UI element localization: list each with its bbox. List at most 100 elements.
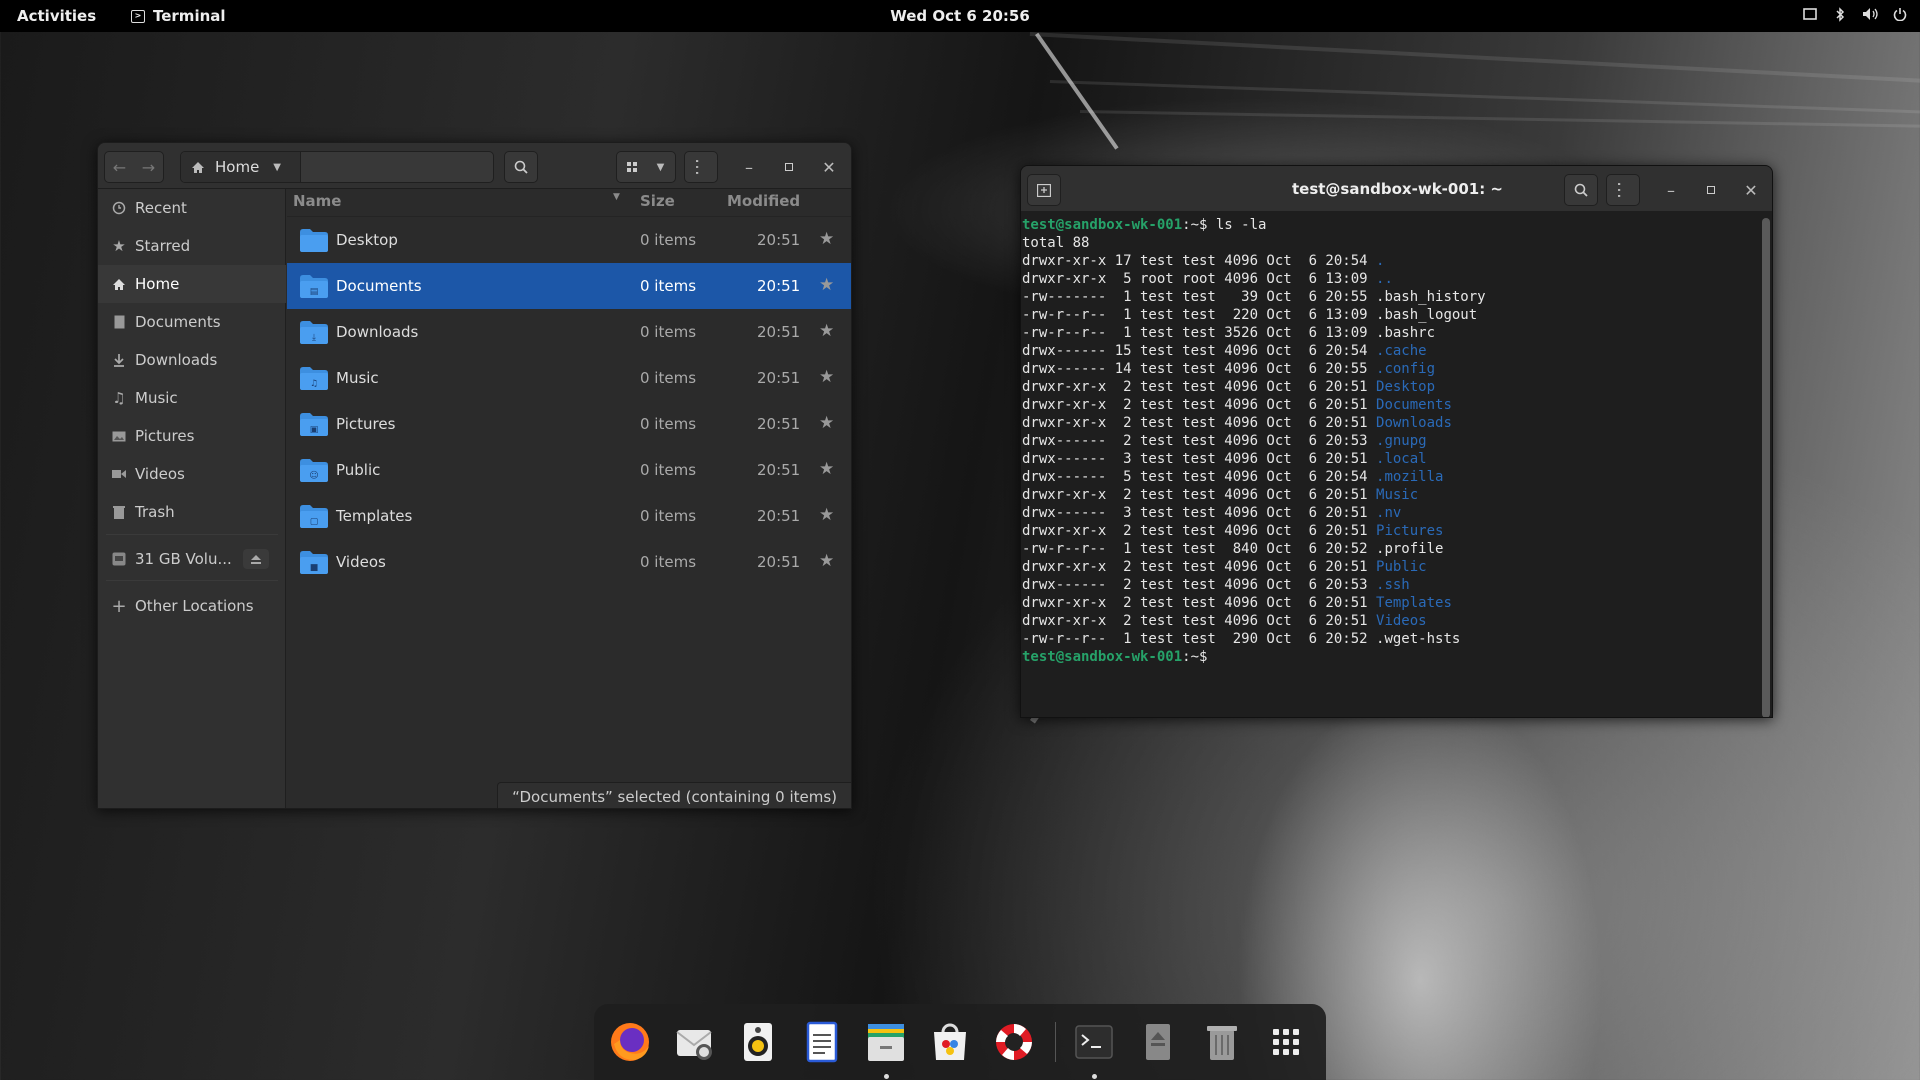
minimize-icon: – — [1667, 180, 1675, 200]
path-bar[interactable]: Home ▼ — [180, 151, 494, 183]
close-icon: ✕ — [1744, 180, 1758, 200]
sidebar-item-videos[interactable]: Videos — [98, 455, 286, 493]
terminal-close-button[interactable]: ✕ — [1736, 174, 1766, 206]
file-name: Downloads — [336, 323, 419, 341]
file-row[interactable]: ⤓ Downloads 0 items 20:51 ★ — [287, 309, 851, 355]
bluetooth-icon[interactable] — [1832, 6, 1848, 22]
forward-icon[interactable]: → — [134, 158, 163, 177]
system-tray[interactable] — [1802, 6, 1908, 22]
sidebar-item-pictures[interactable]: Pictures — [98, 417, 286, 455]
file-name: Templates — [336, 507, 413, 525]
mail-icon[interactable] — [670, 1018, 718, 1066]
eject-icon[interactable] — [243, 549, 269, 569]
power-icon[interactable] — [1892, 6, 1908, 22]
terminal-listing-line: drwx------ 5 test test 4096 Oct 6 20:54 … — [1022, 468, 1760, 486]
file-size: 0 items — [640, 415, 697, 433]
file-row[interactable]: Desktop 0 items 20:51 ★ — [287, 217, 851, 263]
menu-button[interactable]: … — [684, 151, 718, 183]
sidebar-item-volume[interactable]: 31 GB Volu... — [98, 540, 286, 578]
file-row[interactable]: ▣ Pictures 0 items 20:51 ★ — [287, 401, 851, 447]
listing-name: Templates — [1376, 595, 1452, 611]
sidebar-item-music[interactable]: ♫ Music — [98, 379, 286, 417]
path-home-button[interactable]: Home ▼ — [181, 152, 301, 182]
home-icon — [192, 161, 204, 173]
listing-name: .ssh — [1376, 577, 1410, 593]
file-modified: 20:51 — [757, 507, 801, 525]
close-button[interactable]: ✕ — [814, 151, 844, 183]
listing-meta: drwx------ 3 test test 4096 Oct 6 20:51 — [1022, 505, 1377, 521]
maximize-icon — [785, 163, 793, 171]
screen-icon[interactable] — [1802, 6, 1818, 22]
terminal-search-button[interactable] — [1564, 174, 1598, 206]
terminal-output[interactable]: test@sandbox-wk-001:~$ ls -la total 88 drw… — [1022, 213, 1760, 717]
star-icon[interactable]: ★ — [819, 321, 834, 341]
terminal-listing-line: drwx------ 3 test test 4096 Oct 6 20:51 … — [1022, 450, 1760, 468]
star-icon[interactable]: ★ — [819, 275, 834, 295]
column-size[interactable]: Size — [640, 192, 675, 210]
status-bar: “Documents” selected (containing 0 items… — [497, 782, 851, 808]
sidebar-item-documents[interactable]: Documents — [98, 303, 286, 341]
usb-drive-icon[interactable] — [1134, 1018, 1182, 1066]
music-icon: ♫ — [112, 389, 126, 407]
files-sidebar: Recent ★ Starred Home Documents Downloads… — [98, 189, 286, 808]
terminal-listing-line: drwx------ 14 test test 4096 Oct 6 20:55… — [1022, 360, 1760, 378]
sidebar-item-trash[interactable]: Trash — [98, 493, 286, 531]
terminal-menu-button[interactable]: … — [1606, 174, 1640, 206]
sidebar-divider — [106, 580, 278, 581]
listing-meta: drwxr-xr-x 2 test test 4096 Oct 6 20:51 — [1022, 559, 1377, 575]
star-icon[interactable]: ★ — [819, 229, 834, 249]
volume-icon[interactable] — [1862, 6, 1878, 22]
column-modified[interactable]: Modified — [727, 192, 800, 210]
listing-name: .mozilla — [1376, 469, 1444, 485]
terminal-scrollbar[interactable] — [1762, 218, 1770, 717]
listing-meta: drwxr-xr-x 2 test test 4096 Oct 6 20:51 — [1022, 397, 1377, 413]
search-icon — [514, 160, 528, 174]
sidebar-item-downloads[interactable]: Downloads — [98, 341, 286, 379]
terminal-headerbar: test@sandbox-wk-001: ~ … – ✕ — [1021, 166, 1772, 212]
star-icon[interactable]: ★ — [819, 413, 834, 433]
file-row[interactable]: ☺ Public 0 items 20:51 ★ — [287, 447, 851, 493]
software-icon[interactable] — [926, 1018, 974, 1066]
maximize-button[interactable] — [774, 151, 804, 183]
listing-meta: drwxr-xr-x 2 test test 4096 Oct 6 20:51 — [1022, 523, 1377, 539]
sidebar-item-starred[interactable]: ★ Starred — [98, 227, 286, 265]
file-row[interactable]: ♫ Music 0 items 20:51 ★ — [287, 355, 851, 401]
sidebar-item-home[interactable]: Home — [98, 265, 286, 303]
back-icon[interactable]: ← — [105, 158, 134, 177]
firefox-icon[interactable] — [606, 1018, 654, 1066]
file-row[interactable]: ▤ Documents 0 items 20:51 ★ — [287, 263, 851, 309]
grid-view-icon[interactable] — [617, 162, 646, 172]
terminal-minimize-button[interactable]: – — [1656, 174, 1686, 206]
star-icon[interactable]: ★ — [819, 367, 834, 387]
star-icon[interactable]: ★ — [819, 459, 834, 479]
sidebar-item-recent[interactable]: Recent — [98, 189, 286, 227]
view-options-chevron-icon[interactable]: ▼ — [646, 162, 675, 173]
help-icon[interactable] — [990, 1018, 1038, 1066]
trash-icon[interactable] — [1198, 1018, 1246, 1066]
files-headerbar: ← → Home ▼ ▼ … – ✕ — [98, 143, 851, 189]
minimize-button[interactable]: – — [734, 151, 764, 183]
text-editor-icon[interactable] — [798, 1018, 846, 1066]
terminal-listing-line: drwxr-xr-x 2 test test 4096 Oct 6 20:51 … — [1022, 396, 1760, 414]
terminal-maximize-button[interactable] — [1696, 174, 1726, 206]
terminal-listing-line: drwxr-xr-x 17 test test 4096 Oct 6 20:54… — [1022, 252, 1760, 270]
file-modified: 20:51 — [757, 461, 801, 479]
clock[interactable]: Wed Oct 6 20:56 — [890, 7, 1030, 25]
terminal-listing-line: drwxr-xr-x 2 test test 4096 Oct 6 20:51 … — [1022, 486, 1760, 504]
sidebar-item-other-locations[interactable]: + Other Locations — [98, 587, 286, 625]
sort-descending-icon[interactable]: ▼ — [613, 192, 620, 202]
column-name[interactable]: Name — [293, 192, 341, 210]
sidebar-divider — [106, 534, 278, 535]
file-size: 0 items — [640, 323, 697, 341]
terminal-total-line: total 88 — [1022, 235, 1090, 251]
rhythmbox-icon[interactable] — [734, 1018, 782, 1066]
star-icon[interactable]: ★ — [819, 551, 834, 571]
search-button[interactable] — [504, 151, 538, 183]
files-icon[interactable] — [862, 1018, 910, 1066]
kebab-menu-icon: … — [1613, 181, 1634, 199]
terminal-icon[interactable] — [1070, 1018, 1118, 1066]
file-row[interactable]: ▢ Templates 0 items 20:51 ★ — [287, 493, 851, 539]
star-icon[interactable]: ★ — [819, 505, 834, 525]
file-row[interactable]: ■ Videos 0 items 20:51 ★ — [287, 539, 851, 585]
app-grid-icon[interactable] — [1262, 1018, 1310, 1066]
